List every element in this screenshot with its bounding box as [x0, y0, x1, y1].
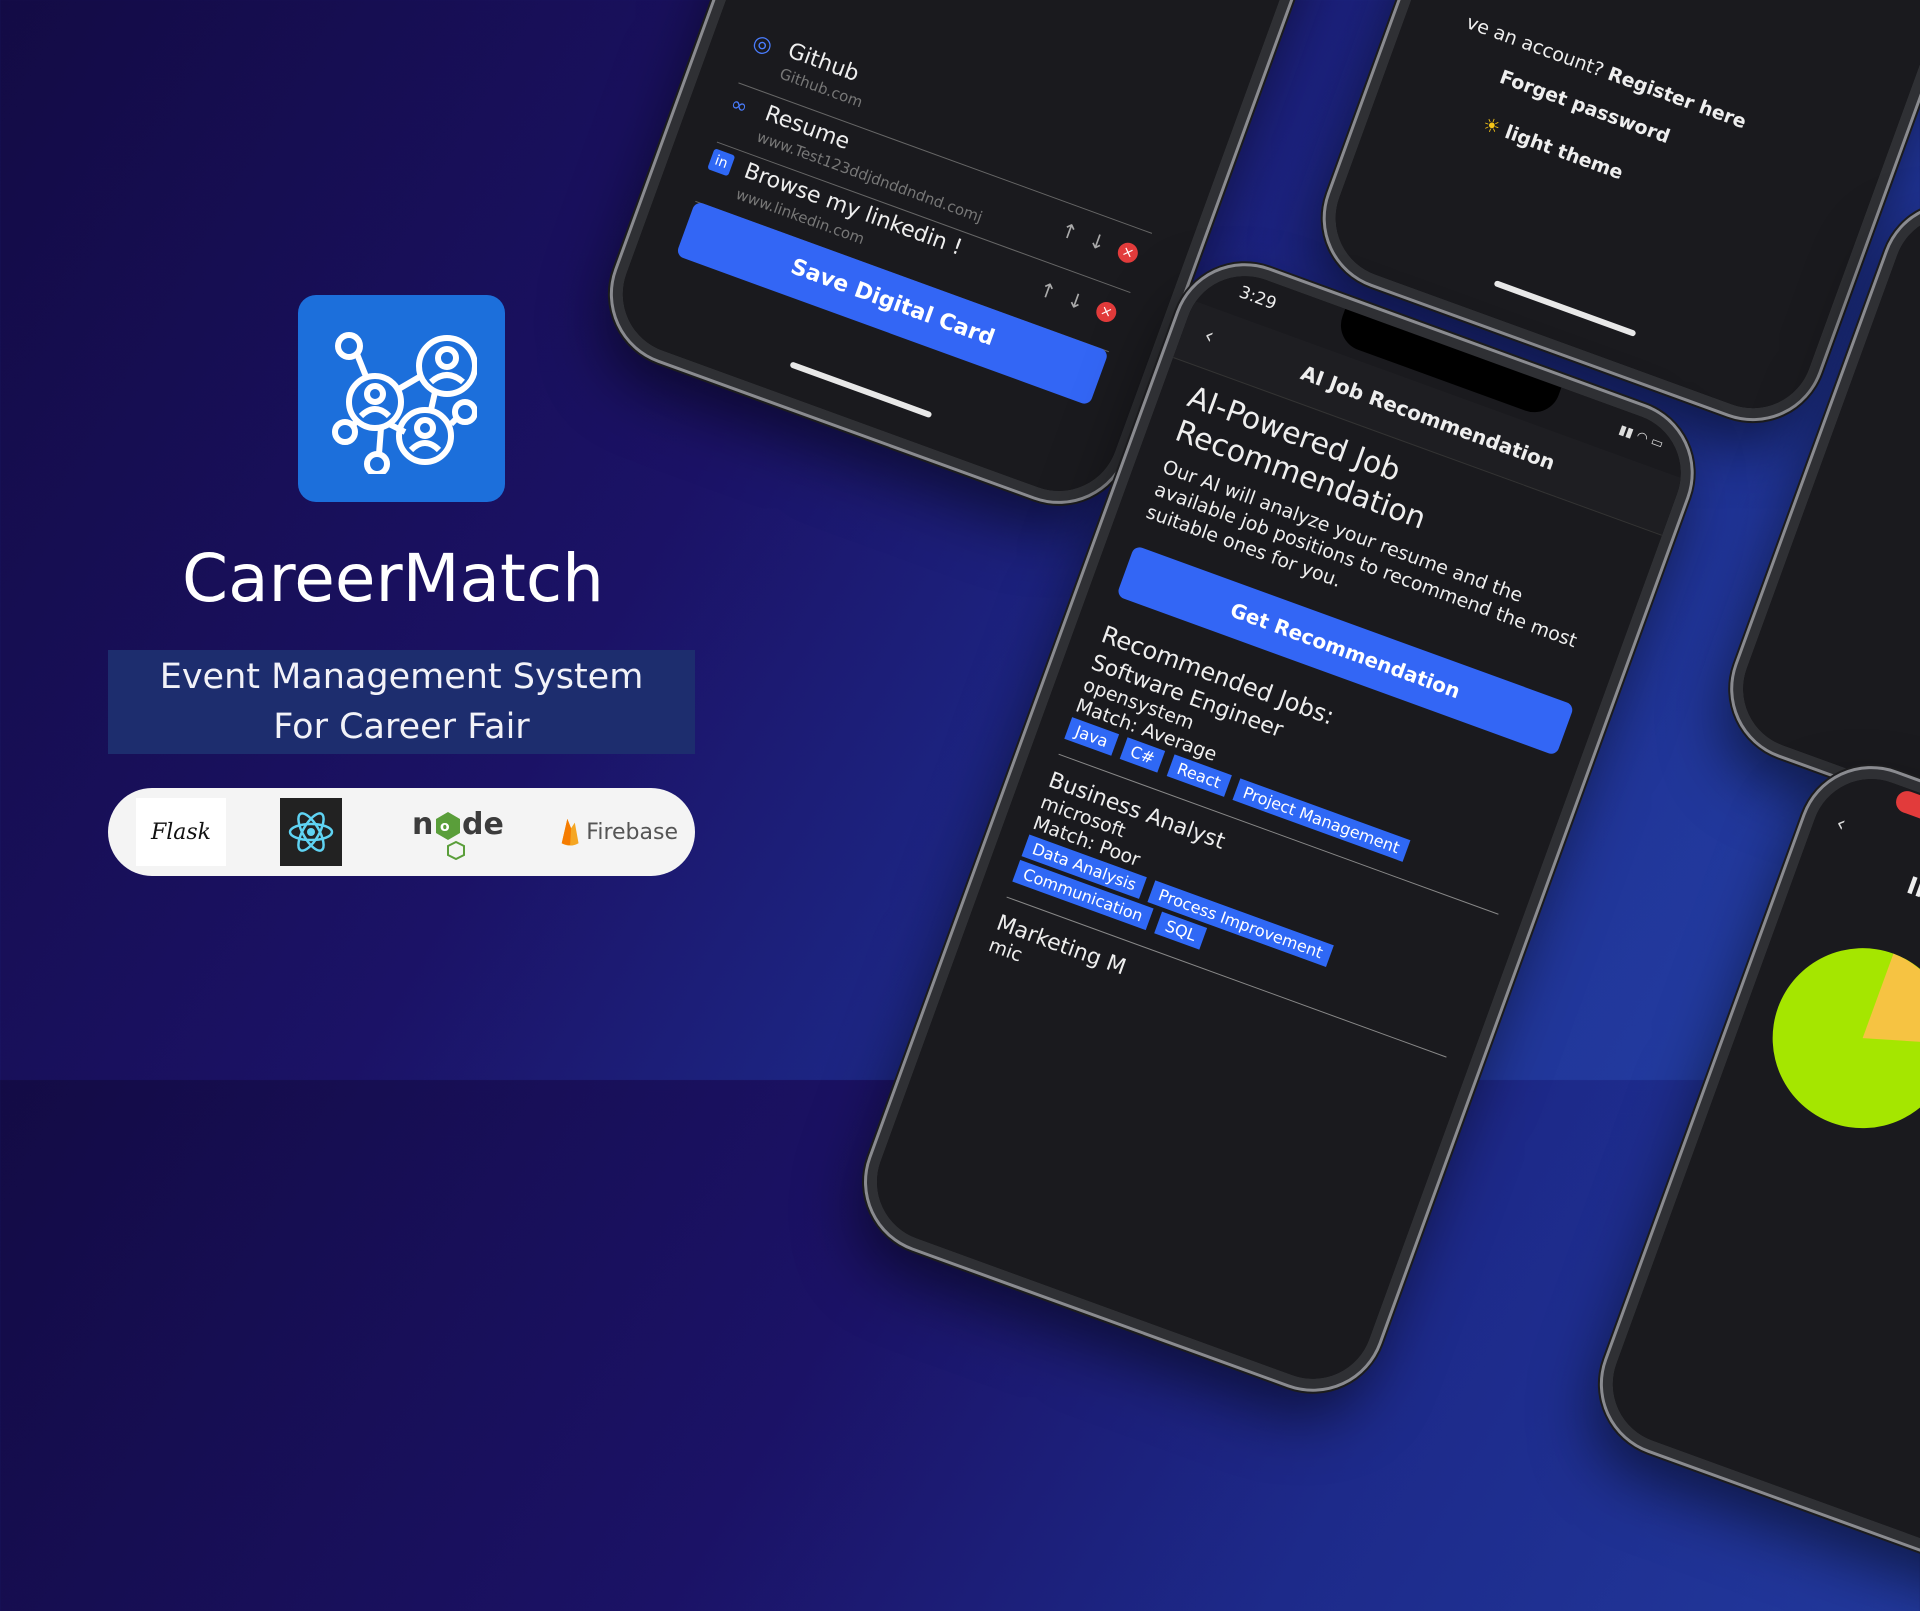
linkedin-icon: in: [707, 148, 736, 177]
flask-label: Flask: [150, 819, 212, 845]
home-indicator: [1493, 280, 1637, 337]
app-name: CareerMatch: [182, 540, 604, 617]
interview-pie-chart: [1772, 948, 1920, 1129]
tagline-line-1: Event Management System: [159, 657, 644, 697]
github-icon: ◎: [749, 29, 776, 60]
theme-label: light theme: [1501, 121, 1626, 185]
link-icon: ∞: [727, 90, 752, 120]
move-down-icon[interactable]: ↓: [1064, 287, 1088, 315]
home-indicator: [789, 361, 933, 419]
interview-title: Intervie: [1903, 871, 1920, 934]
interview-screen: ‹ Intervie: [1595, 762, 1920, 1598]
tech-stack-bar: Flask n o de Firebase: [108, 788, 695, 876]
register-prompt-text: ve an account?: [1463, 11, 1613, 84]
back-chevron-icon[interactable]: ‹: [1832, 811, 1849, 838]
react-logo: [280, 798, 342, 866]
tagline-line-2: For Career Fair: [273, 707, 530, 747]
firebase-flame-icon: [561, 818, 579, 846]
nodejs-logo: n o de: [408, 798, 508, 866]
svg-text:n: n: [412, 807, 433, 842]
move-up-icon[interactable]: ↑: [1057, 217, 1081, 245]
firebase-logo: Firebase: [558, 798, 678, 866]
delete-icon[interactable]: ×: [1115, 239, 1141, 266]
app-tagline: Event Management System For Career Fair: [108, 650, 695, 754]
svg-text:de: de: [462, 807, 504, 842]
react-atom-icon: [288, 812, 334, 852]
network-icon: [331, 331, 477, 474]
phone-interview: ‹ Intervie: [1583, 749, 1920, 1611]
move-up-icon[interactable]: ↑: [1036, 277, 1060, 305]
sun-icon: ☀: [1479, 113, 1504, 140]
flask-logo: Flask: [136, 798, 226, 866]
firebase-label: Firebase: [586, 819, 678, 845]
app-logo: [298, 295, 505, 502]
status-icons: ▮▮ ◠ ▭: [1616, 422, 1666, 453]
nodejs-icon: n o de: [412, 807, 504, 860]
move-down-icon[interactable]: ↓: [1085, 228, 1109, 256]
status-time: 3:29: [1236, 282, 1280, 315]
delete-icon[interactable]: ×: [1093, 299, 1120, 325]
svg-text:o: o: [440, 819, 450, 835]
recording-indicator: [1892, 788, 1920, 833]
